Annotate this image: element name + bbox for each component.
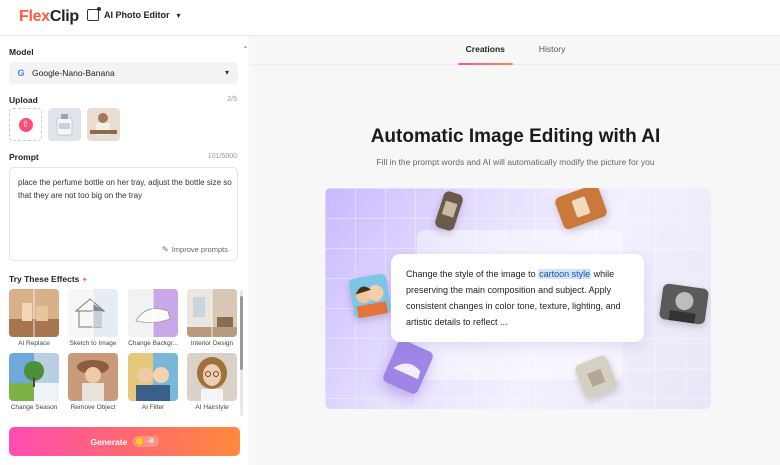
tab-history[interactable]: History (531, 36, 573, 65)
sparkle-icon: ✦ (81, 277, 88, 284)
effect-thumbnail (9, 289, 59, 337)
highlighted-keyword: cartoon style (538, 269, 592, 279)
effect-remove-object[interactable]: Remove Object (68, 353, 118, 411)
prompt-input[interactable]: place the perfume bottle on her tray, ad… (9, 167, 238, 261)
tool-selector[interactable]: AI Photo Editor ▾ (87, 7, 181, 21)
uploaded-image-perfume[interactable] (48, 108, 81, 141)
demo-illustration: Change the style of the image to cartoon… (325, 188, 711, 409)
improve-prompts-label: Improve prompts (171, 245, 228, 254)
effects-title: Try These Effects ✦ (9, 274, 88, 284)
ai-edit-icon (87, 7, 101, 21)
chevron-down-icon: ▾ (224, 68, 229, 77)
tab-creations[interactable]: Creations (457, 36, 514, 65)
demo-prompt-card: Change the style of the image to cartoon… (391, 254, 644, 342)
floating-image-cartoon-couple (347, 273, 393, 319)
panel-scroll-up-icon[interactable]: ▲ (243, 44, 248, 50)
prompt-count: 101/5000 (207, 153, 237, 160)
effect-interior-design[interactable]: Interior Design (187, 289, 237, 347)
coin-icon (135, 437, 145, 446)
effect-change-background[interactable]: Change Backgr... (128, 289, 178, 347)
effect-sketch-to-image[interactable]: Sketch to Image (68, 289, 118, 347)
flexclip-logo[interactable]: FlexClip (19, 8, 79, 26)
scrollbar-thumb[interactable] (240, 296, 243, 370)
effect-ai-hairstyle[interactable]: AI Hairstyle (187, 353, 237, 411)
effect-thumbnail (128, 353, 178, 401)
effect-ai-filter[interactable]: AI Filter (128, 353, 178, 411)
hero-title: Automatic Image Editing with AI (370, 126, 661, 147)
effect-change-season[interactable]: Change Season (9, 353, 59, 411)
credit-cost-badge: -8 (133, 436, 159, 447)
generate-button[interactable]: Generate -8 (9, 427, 240, 456)
magic-wand-icon: ✎ (162, 245, 169, 254)
upload-label: Upload (9, 95, 38, 105)
app-header: FlexClip AI Photo Editor ▾ (0, 0, 780, 36)
upload-icon: ⇧ (18, 117, 33, 132)
effect-thumbnail (128, 289, 178, 337)
effect-thumbnail (187, 353, 237, 401)
upload-count: 2/5 (227, 96, 237, 103)
floating-image-portrait-bw (658, 282, 710, 326)
effect-thumbnail (187, 289, 237, 337)
effect-thumbnail (68, 353, 118, 401)
hero-subtitle: Fill in the prompt words and AI will aut… (376, 157, 655, 167)
editor-panel: ▲ Model G Google-Nano-Banana ▾ Upload 2/… (0, 36, 250, 465)
tool-selector-label: AI Photo Editor (104, 10, 170, 20)
effect-thumbnail (68, 289, 118, 337)
prompt-text[interactable]: place the perfume bottle on her tray, ad… (18, 176, 233, 202)
effect-thumbnail (9, 353, 59, 401)
results-panel: Creations History Automatic Image Editin… (251, 36, 780, 465)
model-label: Model (9, 47, 34, 57)
model-value: Google-Nano-Banana (32, 68, 115, 78)
results-tabs: Creations History (251, 36, 780, 65)
upload-button[interactable]: ⇧ (9, 108, 42, 141)
generate-label: Generate (90, 436, 128, 447)
model-select[interactable]: G Google-Nano-Banana ▾ (9, 62, 238, 84)
uploaded-image-tray[interactable] (87, 108, 120, 141)
effect-ai-replace[interactable]: AI Replace (9, 289, 59, 347)
improve-prompts-button[interactable]: ✎ Improve prompts (162, 245, 228, 254)
chevron-down-icon: ▾ (176, 10, 181, 20)
google-icon: G (17, 68, 25, 78)
prompt-label: Prompt (9, 152, 39, 162)
effects-scrollbar[interactable] (240, 290, 243, 416)
